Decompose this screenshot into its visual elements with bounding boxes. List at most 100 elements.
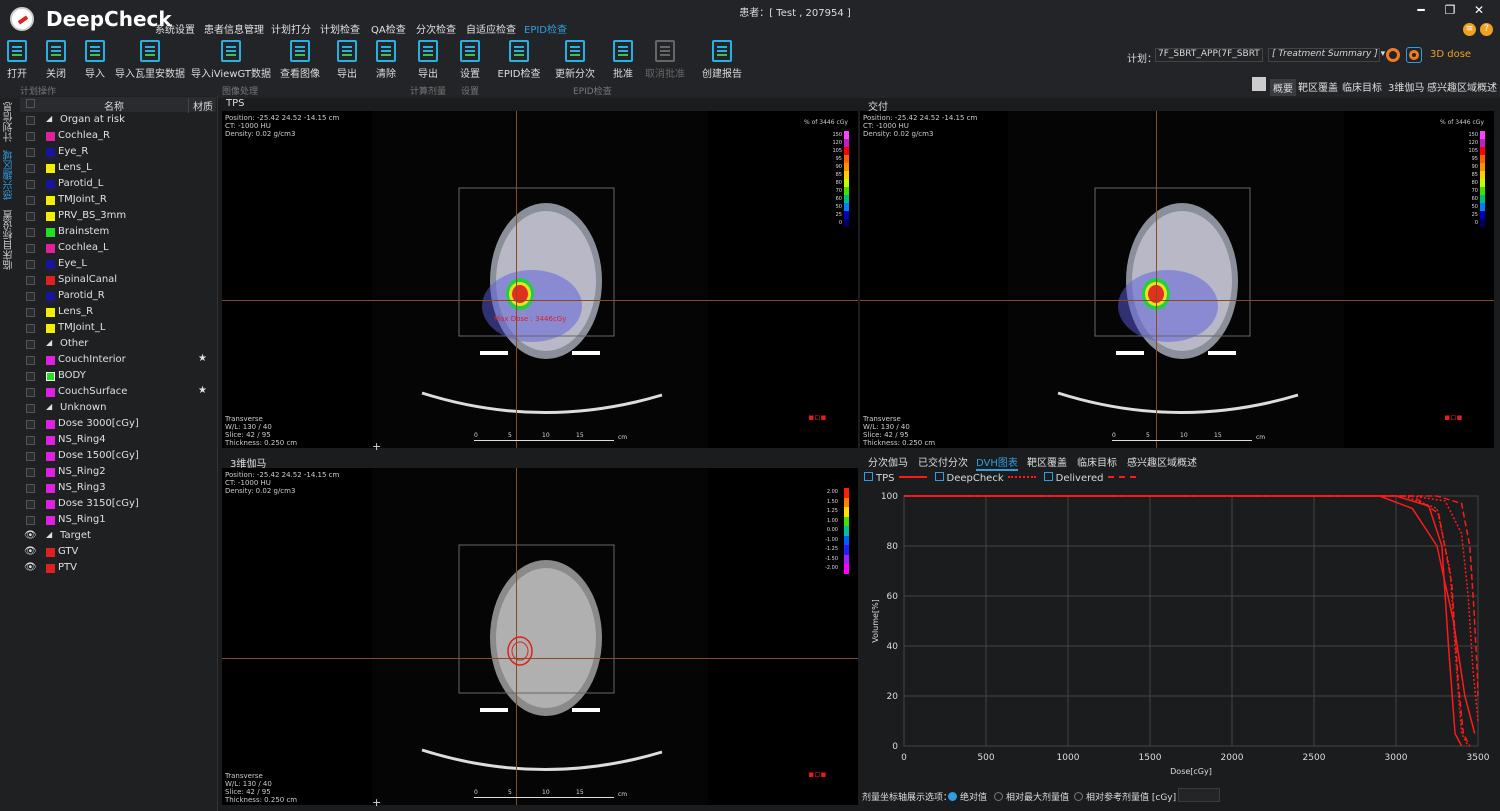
eye-icon[interactable]: 👁 [24,546,37,557]
structure-row[interactable]: TMJoint_R [22,193,212,209]
bottom-tab-3[interactable]: 靶区覆盖 [1027,454,1067,469]
radio-icon[interactable] [948,792,957,801]
visibility-checkbox[interactable] [26,276,35,285]
collapse-icon[interactable]: ◢ [46,114,52,123]
structure-row[interactable]: TMJoint_L [22,321,212,337]
visibility-checkbox[interactable] [26,116,35,125]
radio-icon[interactable] [994,792,1003,801]
crosshair-add-icon[interactable]: + [372,440,381,453]
visibility-checkbox[interactable] [26,260,35,269]
visibility-checkbox[interactable] [26,244,35,253]
crosshair-vertical[interactable] [1156,111,1157,448]
select-all-checkbox[interactable] [26,99,35,108]
right-tab-0[interactable]: 概要 [1270,79,1296,96]
visibility-checkbox[interactable] [26,452,35,461]
menu-item-4[interactable]: QA检查 [371,21,406,36]
toolbar-button-12[interactable]: 批准 [613,40,633,80]
structure-row[interactable]: Dose 1500[cGy] [22,449,212,465]
menu-item-0[interactable]: 系统设置 [155,21,195,36]
toolbar-button-10[interactable]: EPID检查 [498,40,541,80]
visibility-checkbox[interactable] [26,212,35,221]
structure-row[interactable]: NS_Ring4 [22,433,212,449]
layout-icon[interactable] [1252,77,1266,91]
structure-group[interactable]: ◢ Other [22,337,212,353]
structure-row[interactable]: Lens_R [22,305,212,321]
structure-row[interactable]: Cochlea_R [22,129,212,145]
crosshair-horizontal[interactable] [222,658,858,659]
crosshair-horizontal[interactable] [860,300,1494,301]
summary-select[interactable]: [ Treatment Summary ] ▾ [1268,48,1385,62]
bottom-tab-5[interactable]: 感兴趣区域概述 [1127,454,1197,469]
crosshair-horizontal[interactable] [222,300,858,301]
visibility-checkbox[interactable] [26,228,35,237]
delivered-viewer[interactable]: Position: -25.42 24.52 -14.15 cm CT: -10… [860,111,1494,448]
close-icon[interactable]: ✕ [1472,3,1486,17]
structure-row[interactable]: 👁 PTV [22,561,212,577]
crosshair-vertical[interactable] [516,468,517,805]
toolbar-button-7[interactable]: 清除 [376,40,396,80]
reference-dose-input[interactable] [1178,788,1220,802]
axis-option-2[interactable]: 相对参考剂量值 [cGy] [1074,790,1176,803]
structure-row[interactable]: Parotid_R [22,289,212,305]
eye-icon[interactable]: 👁 [24,562,37,573]
legend-checkbox[interactable] [1043,472,1053,481]
refresh-icon[interactable] [1386,48,1400,62]
crosshair-vertical[interactable] [516,111,517,448]
gamma-viewer[interactable]: Position: -25.42 24.52 -14.15 cm CT: -10… [222,468,858,805]
visibility-checkbox[interactable] [26,356,35,365]
visibility-checkbox[interactable] [26,180,35,189]
toolbar-button-6[interactable]: 导出 [337,40,357,80]
axis-option-1[interactable]: 相对最大剂量值 [994,790,1069,803]
structure-row[interactable]: CouchSurface ★ [22,385,212,401]
legend-checkbox[interactable] [934,472,944,481]
bottom-tab-4[interactable]: 临床目标 [1077,454,1117,469]
structure-row[interactable]: Dose 3000[cGy] [22,417,212,433]
visibility-checkbox[interactable] [26,164,35,173]
visibility-checkbox[interactable] [26,500,35,509]
toolbar-button-14[interactable]: 创建报告 [702,40,742,80]
menu-icon[interactable]: ≡ [1463,23,1476,36]
right-tab-3[interactable]: 3维伽马 [1388,79,1424,94]
toolbar-button-8[interactable]: 导出 [418,40,438,80]
menu-item-1[interactable]: 患者信息管理 [204,21,264,36]
toolbar-button-13[interactable]: 取消批准 [645,40,685,80]
structure-row[interactable]: 👁 GTV [22,545,212,561]
structure-row[interactable]: Dose 3150[cGy] [22,497,212,513]
visibility-checkbox[interactable] [26,324,35,333]
structure-row[interactable]: Cochlea_L [22,241,212,257]
structure-group[interactable]: ◢ Organ at risk [22,113,212,129]
visibility-checkbox[interactable] [26,516,35,525]
visibility-checkbox[interactable] [26,468,35,477]
visibility-checkbox[interactable] [26,196,35,205]
tps-viewer[interactable]: Position: -25.42 24.52 -14.15 cm CT: -10… [222,111,858,448]
toolbar-button-11[interactable]: 更新分次 [555,40,595,80]
visibility-checkbox[interactable] [26,148,35,157]
legend-item[interactable]: TPS [864,472,927,484]
right-tab-4[interactable]: 感兴趣区域概述 [1427,79,1497,94]
toolbar-button-5[interactable]: 查看图像 [280,40,320,80]
structure-row[interactable]: Lens_L [22,161,212,177]
eye-icon[interactable]: 👁 [24,530,37,541]
structure-row[interactable]: BODY [22,369,212,385]
tab-plan-info[interactable]: 计划信息 [2,102,17,142]
bottom-tab-0[interactable]: 分次伽马 [868,454,908,469]
right-tab-2[interactable]: 临床目标 [1342,79,1382,94]
visibility-checkbox[interactable] [26,436,35,445]
bottom-tab-2[interactable]: DVH图表 [976,454,1018,471]
toolbar-button-9[interactable]: 设置 [460,40,480,80]
visibility-checkbox[interactable] [26,404,35,413]
toolbar-button-0[interactable]: 打开 [7,40,27,80]
toolbar-button-4[interactable]: 导入iViewGT数据 [191,40,271,80]
structure-row[interactable]: CouchInterior ★ [22,353,212,369]
tab-clinical-goal-settings[interactable]: 临床目标设置 [2,210,17,270]
menu-item-5[interactable]: 分次检查 [416,21,456,36]
minimize-icon[interactable]: ━ [1414,3,1428,17]
visibility-checkbox[interactable] [26,132,35,141]
visibility-checkbox[interactable] [26,340,35,349]
legend-item[interactable]: Delivered [1043,472,1136,484]
toolbar-button-3[interactable]: 导入瓦里安数据 [115,40,185,80]
structure-row[interactable]: SpinalCanal [22,273,212,289]
visibility-checkbox[interactable] [26,372,35,381]
plan-select[interactable]: 7F_SBRT_APP(7F_SBRT ▾ [1155,48,1263,62]
axis-option-0[interactable]: 绝对值 [948,790,987,803]
